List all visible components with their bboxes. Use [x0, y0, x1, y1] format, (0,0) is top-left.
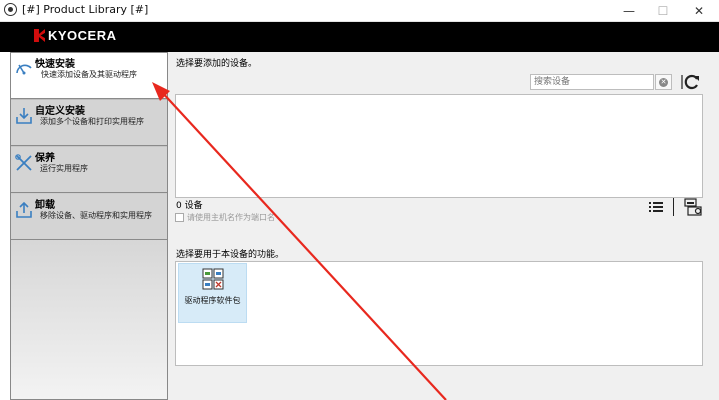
use-hostname-checkbox[interactable]	[175, 213, 184, 222]
sidebar-item-desc: 运行实用程序	[40, 164, 88, 173]
title-bar: [#] Product Library [#] — ☐ ✕	[0, 0, 719, 22]
main-panel: 选择要添加的设备。 ✕ 0 设备 请使用主机名作为端口名 选择要用于本设备的功能…	[168, 52, 719, 400]
sidebar-item-desc: 快速添加设备及其驱动程序	[41, 70, 137, 79]
list-view-icon[interactable]	[648, 200, 664, 214]
maximize-button[interactable]: ☐	[646, 0, 680, 21]
sidebar-item-title: 快速安装	[35, 59, 75, 70]
brand-header: KYOCERA	[0, 22, 719, 52]
close-button[interactable]: ✕	[682, 0, 716, 21]
driver-package-icon	[202, 268, 224, 290]
clear-icon: ✕	[659, 77, 668, 87]
function-list	[175, 261, 703, 366]
speedometer-icon	[16, 64, 32, 75]
tools-icon	[15, 154, 32, 171]
kyocera-logo-icon	[34, 29, 45, 42]
device-list[interactable]	[175, 94, 703, 198]
window-title: [#] Product Library [#]	[22, 3, 149, 16]
kyocera-logo: KYOCERA	[34, 28, 117, 43]
use-hostname-label: 请使用主机名作为端口名	[187, 213, 275, 222]
search-clear-button[interactable]: ✕	[655, 74, 672, 90]
minimize-button[interactable]: —	[612, 0, 646, 21]
sidebar-item-custom-install[interactable]: 自定义安装 添加多个设备和打印实用程序	[11, 100, 167, 146]
select-function-label: 选择要用于本设备的功能。	[176, 250, 285, 260]
sidebar-item-title: 保养	[35, 153, 55, 164]
device-search-input[interactable]	[530, 74, 654, 90]
function-tile-label: 驱动程序软件包	[184, 296, 241, 305]
sidebar-item-uninstall[interactable]: 卸载 移除设备、驱动程序和实用程序	[11, 194, 167, 240]
refresh-button[interactable]	[680, 72, 702, 92]
uninstall-icon	[16, 201, 32, 218]
toolbar-divider	[673, 198, 674, 216]
custom-install-icon	[16, 108, 32, 124]
sidebar-item-quick-install[interactable]: 快速安装 快速添加设备及其驱动程序	[11, 53, 167, 99]
add-device-settings-icon[interactable]	[682, 196, 704, 218]
sidebar-item-title: 卸载	[35, 200, 55, 211]
sidebar-item-desc: 添加多个设备和打印实用程序	[40, 117, 144, 126]
app-icon	[4, 3, 17, 16]
device-count: 0 设备	[176, 201, 203, 211]
sidebar-item-maintenance[interactable]: 保养 运行实用程序	[11, 147, 167, 193]
sidebar-item-desc: 移除设备、驱动程序和实用程序	[40, 211, 152, 220]
select-device-label: 选择要添加的设备。	[176, 59, 258, 69]
sidebar-item-title: 自定义安装	[35, 106, 85, 117]
logo-text: KYOCERA	[48, 28, 117, 43]
function-tile-driver-package[interactable]: 驱动程序软件包	[178, 263, 247, 323]
sidebar: 快速安装 快速添加设备及其驱动程序 自定义安装 添加多个设备和打印实用程序 保养…	[10, 52, 168, 400]
